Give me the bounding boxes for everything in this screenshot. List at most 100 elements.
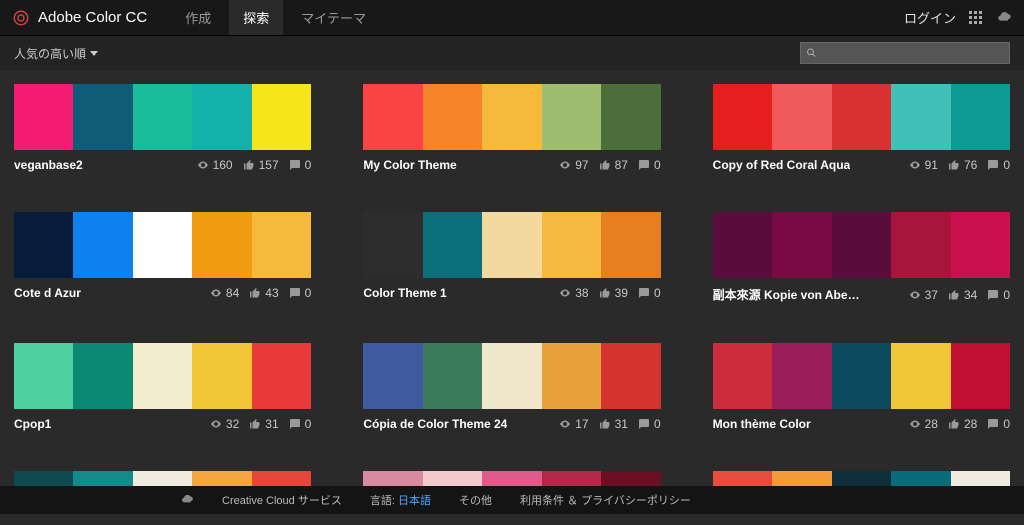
views-count: 91 [925, 158, 938, 172]
color-swatch[interactable] [482, 84, 541, 150]
swatch-row[interactable] [713, 84, 1010, 150]
color-swatch[interactable] [192, 212, 251, 278]
comments-stat[interactable]: 0 [638, 286, 661, 300]
likes-stat[interactable]: 157 [243, 158, 279, 172]
likes-stat[interactable]: 31 [599, 417, 628, 431]
comments-stat[interactable]: 0 [289, 158, 312, 172]
comments-count: 0 [1003, 417, 1010, 431]
color-swatch[interactable] [14, 84, 73, 150]
color-swatch[interactable] [891, 343, 950, 409]
color-swatch[interactable] [423, 343, 482, 409]
comments-stat[interactable]: 0 [289, 286, 312, 300]
theme-card[interactable]: veganbase21601570 [14, 84, 311, 172]
theme-card[interactable]: Cópia de Color Theme 2417310 [363, 343, 660, 431]
color-swatch[interactable] [772, 84, 831, 150]
theme-card[interactable]: Mon thème Color28280 [713, 343, 1010, 431]
comments-stat[interactable]: 0 [638, 417, 661, 431]
comments-stat[interactable]: 0 [289, 417, 312, 431]
theme-card[interactable]: Color Theme 138390 [363, 212, 660, 303]
color-swatch[interactable] [252, 84, 311, 150]
likes-stat[interactable]: 31 [249, 417, 278, 431]
search-icon [807, 48, 816, 58]
color-swatch[interactable] [482, 212, 541, 278]
color-swatch[interactable] [601, 84, 660, 150]
color-swatch[interactable] [832, 343, 891, 409]
color-swatch[interactable] [73, 212, 132, 278]
color-swatch[interactable] [192, 343, 251, 409]
color-swatch[interactable] [951, 84, 1010, 150]
color-swatch[interactable] [951, 343, 1010, 409]
search-box[interactable] [800, 42, 1010, 64]
sort-dropdown[interactable]: 人気の高い順 [14, 45, 98, 62]
color-swatch[interactable] [891, 84, 950, 150]
theme-card[interactable]: 副本來源 Kopie von Aberd...37340 [713, 212, 1010, 303]
comments-stat[interactable]: 0 [638, 158, 661, 172]
color-swatch[interactable] [772, 212, 831, 278]
likes-stat[interactable]: 76 [948, 158, 977, 172]
tab-create[interactable]: 作成 [171, 0, 225, 35]
color-swatch[interactable] [423, 84, 482, 150]
color-swatch[interactable] [252, 343, 311, 409]
color-swatch[interactable] [713, 84, 772, 150]
color-swatch[interactable] [601, 212, 660, 278]
likes-stat[interactable]: 39 [599, 286, 628, 300]
swatch-row[interactable] [14, 212, 311, 278]
color-swatch[interactable] [832, 84, 891, 150]
comments-stat[interactable]: 0 [987, 158, 1010, 172]
swatch-row[interactable] [363, 84, 660, 150]
swatch-row[interactable] [363, 212, 660, 278]
footer-terms-link[interactable]: 利用条件 ＆ プライバシーポリシー [520, 492, 691, 508]
color-swatch[interactable] [542, 212, 601, 278]
color-swatch[interactable] [832, 212, 891, 278]
swatch-row[interactable] [14, 343, 311, 409]
theme-meta: Cópia de Color Theme 2417310 [363, 417, 660, 431]
swatch-row[interactable] [363, 343, 660, 409]
filter-bar: 人気の高い順 [0, 36, 1024, 70]
color-swatch[interactable] [601, 343, 660, 409]
color-swatch[interactable] [482, 343, 541, 409]
color-swatch[interactable] [73, 343, 132, 409]
theme-card[interactable]: Copy of Red Coral Aqua91760 [713, 84, 1010, 172]
swatch-row[interactable] [713, 212, 1010, 278]
footer-cc-link[interactable]: Creative Cloud サービス [222, 492, 342, 508]
color-swatch[interactable] [363, 212, 422, 278]
color-swatch[interactable] [14, 212, 73, 278]
likes-stat[interactable]: 28 [948, 417, 977, 431]
footer-other-link[interactable]: その他 [459, 492, 492, 508]
swatch-row[interactable] [14, 84, 311, 150]
comments-stat[interactable]: 0 [987, 288, 1010, 302]
color-swatch[interactable] [772, 343, 831, 409]
color-swatch[interactable] [423, 212, 482, 278]
color-swatch[interactable] [713, 343, 772, 409]
likes-stat[interactable]: 34 [948, 288, 977, 302]
color-swatch[interactable] [713, 212, 772, 278]
color-swatch[interactable] [133, 212, 192, 278]
color-swatch[interactable] [133, 343, 192, 409]
likes-stat[interactable]: 43 [249, 286, 278, 300]
color-swatch[interactable] [542, 343, 601, 409]
tab-mythemes[interactable]: マイテーマ [287, 0, 380, 35]
theme-card[interactable]: Cpop132310 [14, 343, 311, 431]
color-swatch[interactable] [542, 84, 601, 150]
cloud-icon[interactable] [996, 10, 1012, 26]
apps-grid-icon[interactable] [968, 10, 984, 26]
footer-lang[interactable]: 言語: 日本語 [370, 492, 431, 508]
comments-stat[interactable]: 0 [987, 417, 1010, 431]
color-swatch[interactable] [891, 212, 950, 278]
theme-card[interactable]: Cote d Azur84430 [14, 212, 311, 303]
tab-explore[interactable]: 探索 [229, 0, 283, 35]
color-swatch[interactable] [363, 84, 422, 150]
theme-card[interactable]: My Color Theme97870 [363, 84, 660, 172]
login-link[interactable]: ログイン [904, 8, 956, 27]
color-swatch[interactable] [951, 212, 1010, 278]
search-input[interactable] [820, 47, 1003, 59]
likes-stat[interactable]: 87 [599, 158, 628, 172]
views-stat: 38 [559, 286, 588, 300]
color-swatch[interactable] [363, 343, 422, 409]
color-swatch[interactable] [14, 343, 73, 409]
color-swatch[interactable] [73, 84, 132, 150]
color-swatch[interactable] [252, 212, 311, 278]
swatch-row[interactable] [713, 343, 1010, 409]
color-swatch[interactable] [192, 84, 251, 150]
color-swatch[interactable] [133, 84, 192, 150]
